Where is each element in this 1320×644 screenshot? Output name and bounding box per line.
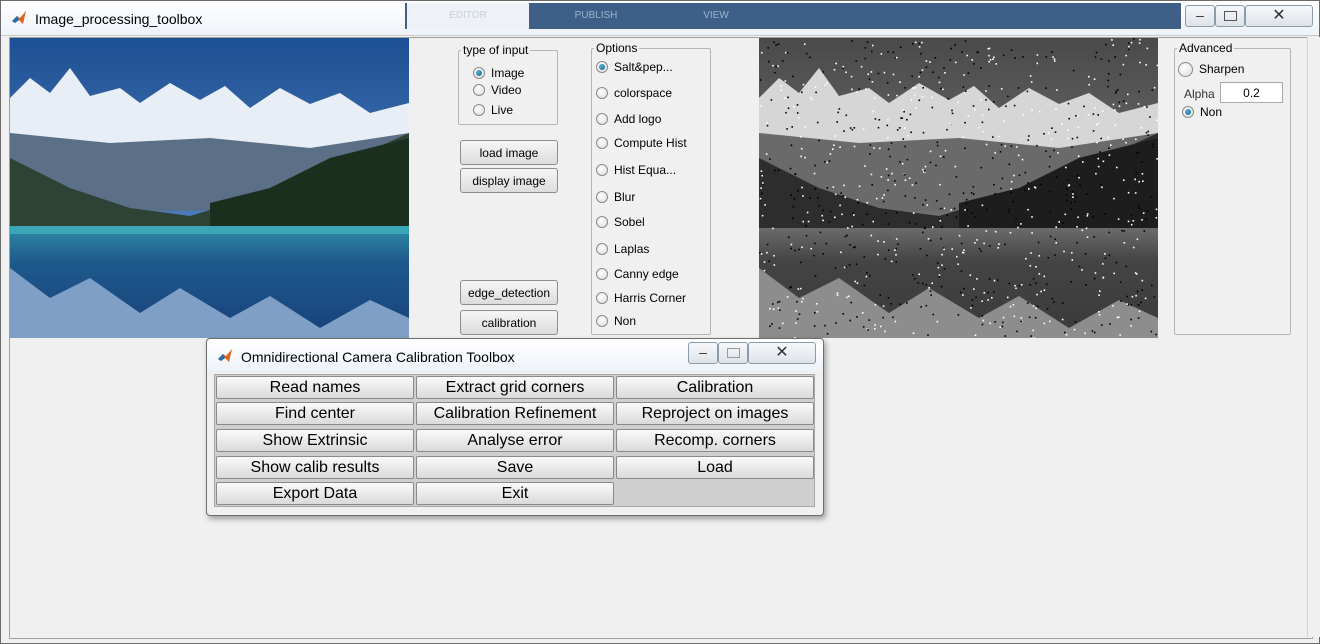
option-label: Compute Hist xyxy=(614,136,687,150)
extract-grid-corners-button[interactable]: Extract grid corners xyxy=(416,376,614,399)
original-image xyxy=(10,38,409,338)
exit-button[interactable]: Exit xyxy=(416,482,614,505)
radio-selected-icon xyxy=(596,61,608,73)
option-label: Hist Equa... xyxy=(614,163,677,177)
find-center-button[interactable]: Find center xyxy=(216,402,414,425)
calibration-refinement-button[interactable]: Calibration Refinement xyxy=(416,402,614,425)
reproject-on-images-button[interactable]: Reproject on images xyxy=(616,402,814,425)
calibration-toolbox-window: Omnidirectional Camera Calibration Toolb… xyxy=(206,338,824,516)
alpha-input[interactable] xyxy=(1220,82,1283,103)
radio-video-label: Video xyxy=(491,83,522,97)
minimize-icon: ‒ xyxy=(699,344,707,360)
bg-tab-view: VIEW xyxy=(703,10,729,21)
radio-live[interactable]: Live xyxy=(473,101,513,119)
maximize-icon xyxy=(726,348,740,358)
radio-unselected-icon xyxy=(596,137,608,149)
option-label: Salt&pep... xyxy=(614,60,673,74)
option-label: Add logo xyxy=(614,112,662,126)
matlab-logo-icon xyxy=(12,11,26,24)
non-label: Non xyxy=(1200,105,1223,119)
radio-unselected-icon xyxy=(596,164,608,176)
close-button[interactable]: ✕ xyxy=(1245,5,1313,27)
option-hist-equalize[interactable]: Hist Equa... xyxy=(596,161,676,179)
bg-tab-publish: PUBLISH xyxy=(574,10,618,21)
radio-live-label: Live xyxy=(491,103,514,117)
close-icon: ✕ xyxy=(1272,7,1286,24)
radio-unselected-icon xyxy=(596,292,608,304)
save-button[interactable]: Save xyxy=(416,456,614,479)
option-add-logo[interactable]: Add logo xyxy=(596,110,661,128)
read-names-button[interactable]: Read names xyxy=(216,376,414,399)
export-data-button[interactable]: Export Data xyxy=(216,482,414,505)
calib-maximize-button[interactable] xyxy=(718,342,748,364)
option-compute-hist[interactable]: Compute Hist xyxy=(596,134,687,152)
edge-detection-button[interactable]: edge_detection xyxy=(460,280,558,305)
sharpen-radio[interactable]: Sharpen xyxy=(1178,60,1244,78)
matlab-logo-icon xyxy=(218,349,232,362)
options-title: Options xyxy=(596,41,638,55)
option-laplas[interactable]: Laplas xyxy=(596,240,649,258)
option-label: Blur xyxy=(614,190,636,204)
processed-image xyxy=(759,38,1158,338)
option-label: colorspace xyxy=(614,86,673,100)
radio-unselected-icon xyxy=(1178,61,1193,77)
main-window: Image_processing_toolbox EDITOR PUBLISH … xyxy=(0,0,1320,644)
calibration-button-grid: Read names Extract grid corners Calibrat… xyxy=(214,374,815,507)
recomp-corners-button[interactable]: Recomp. corners xyxy=(616,429,814,452)
radio-unselected-icon xyxy=(473,104,485,116)
option-sobel[interactable]: Sobel xyxy=(596,213,645,231)
option-blur[interactable]: Blur xyxy=(596,188,635,206)
minimize-button[interactable]: ‒ xyxy=(1185,5,1215,27)
alpha-label: Alpha xyxy=(1184,87,1215,101)
option-harris-corner[interactable]: Harris Corner xyxy=(596,289,686,307)
calib-minimize-button[interactable]: ‒ xyxy=(688,342,718,364)
calibration-button[interactable]: calibration xyxy=(460,310,558,335)
radio-selected-icon xyxy=(473,67,485,79)
main-titlebar: Image_processing_toolbox EDITOR PUBLISH … xyxy=(1,1,1319,36)
vertical-scrollbar[interactable] xyxy=(1307,37,1320,637)
input-type-title: type of input xyxy=(463,43,529,57)
option-label: Laplas xyxy=(614,242,650,256)
load-button[interactable]: Load xyxy=(616,456,814,479)
calibration-title: Omnidirectional Camera Calibration Toolb… xyxy=(241,349,515,365)
radio-unselected-icon xyxy=(596,216,608,228)
bg-tab-editor: EDITOR xyxy=(407,3,529,29)
option-label: Canny edge xyxy=(614,267,679,281)
analyse-error-button[interactable]: Analyse error xyxy=(416,429,614,452)
radio-unselected-icon xyxy=(596,113,608,125)
radio-video[interactable]: Video xyxy=(473,81,521,99)
radio-unselected-icon xyxy=(596,87,608,99)
radio-unselected-icon xyxy=(596,243,608,255)
show-extrinsic-button[interactable]: Show Extrinsic xyxy=(216,429,414,452)
close-icon: ✕ xyxy=(775,344,789,361)
window-title: Image_processing_toolbox xyxy=(35,11,203,27)
advanced-title: Advanced xyxy=(1179,41,1233,55)
non-radio[interactable]: Non xyxy=(1182,103,1222,121)
maximize-icon xyxy=(1223,11,1237,21)
radio-image[interactable]: Image xyxy=(473,64,524,82)
minimize-icon: ‒ xyxy=(1196,7,1204,23)
radio-unselected-icon xyxy=(596,315,608,327)
option-canny-edge[interactable]: Canny edge xyxy=(596,265,679,283)
option-non[interactable]: Non xyxy=(596,312,636,330)
option-colorspace[interactable]: colorspace xyxy=(596,84,672,102)
calibration-titlebar: Omnidirectional Camera Calibration Toolb… xyxy=(207,339,823,371)
option-salt-pepper[interactable]: Salt&pep... xyxy=(596,58,673,76)
radio-unselected-icon xyxy=(596,191,608,203)
calibration-run-button[interactable]: Calibration xyxy=(616,376,814,399)
radio-unselected-icon xyxy=(596,268,608,280)
radio-image-label: Image xyxy=(491,66,525,80)
radio-selected-icon xyxy=(1182,106,1194,118)
option-label: Sobel xyxy=(614,215,645,229)
calib-close-button[interactable]: ✕ xyxy=(748,342,816,364)
load-image-button[interactable]: load image xyxy=(460,140,558,165)
radio-unselected-icon xyxy=(473,84,485,96)
option-label: Harris Corner xyxy=(614,291,687,305)
sharpen-label: Sharpen xyxy=(1199,62,1245,76)
maximize-button[interactable] xyxy=(1215,5,1245,27)
show-calib-results-button[interactable]: Show calib results xyxy=(216,456,414,479)
option-label: Non xyxy=(614,314,637,328)
display-image-button[interactable]: display image xyxy=(460,168,558,193)
